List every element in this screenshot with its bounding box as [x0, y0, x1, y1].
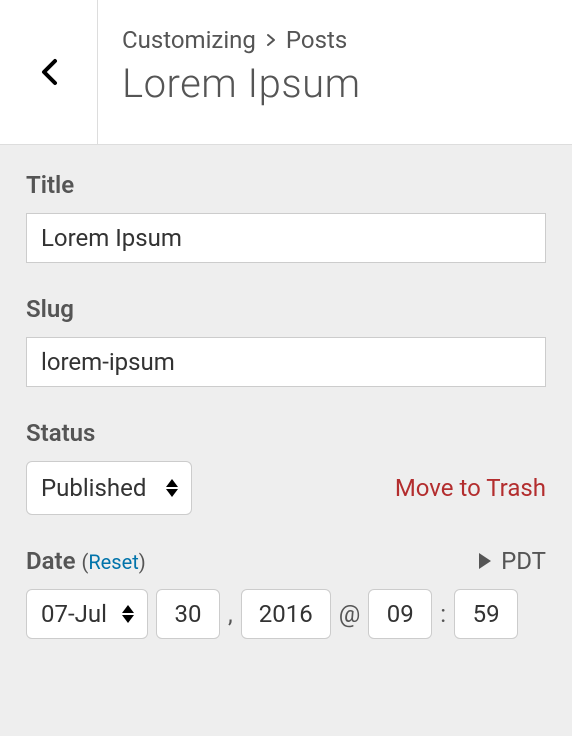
month-select[interactable]: 07-Jul [26, 589, 148, 639]
customizer-header: Customizing Posts Lorem Ipsum [0, 0, 572, 145]
title-label: Title [26, 171, 546, 199]
chevron-left-icon [40, 58, 58, 86]
status-select-wrapper: Published [26, 461, 192, 515]
title-field-group: Title [26, 171, 546, 263]
date-sep-comma: , [228, 600, 233, 628]
triangle-right-icon [479, 553, 491, 569]
date-sep-colon: : [440, 600, 446, 628]
timezone-label: PDT [501, 547, 546, 575]
form-content: Title Slug Status Published Move to Tras… [0, 145, 572, 639]
reset-wrap: (Reset) [82, 550, 146, 574]
breadcrumb-section: Posts [286, 26, 347, 54]
date-sep-at: @ [339, 600, 361, 628]
status-field-group: Status Published Move to Trash [26, 419, 546, 515]
move-to-trash-link[interactable]: Move to Trash [395, 474, 546, 502]
date-field-group: Date (Reset) PDT 07-Jul , [26, 547, 546, 639]
chevron-right-icon [266, 33, 276, 47]
date-inputs-row: 07-Jul , @ : [26, 589, 546, 639]
timezone-toggle[interactable]: PDT [479, 547, 546, 575]
slug-field-group: Slug [26, 295, 546, 387]
minute-input[interactable] [454, 589, 518, 639]
hour-input[interactable] [368, 589, 432, 639]
date-label-group: Date (Reset) [26, 547, 146, 575]
reset-link[interactable]: Reset [88, 550, 138, 574]
status-row: Published Move to Trash [26, 461, 546, 515]
date-header: Date (Reset) PDT [26, 547, 546, 575]
title-input[interactable] [26, 213, 546, 263]
month-select-wrapper: 07-Jul [26, 589, 148, 639]
slug-input[interactable] [26, 337, 546, 387]
status-label: Status [26, 419, 546, 447]
back-button[interactable] [0, 0, 98, 144]
year-input[interactable] [241, 589, 331, 639]
date-label: Date [26, 547, 76, 575]
header-text: Customizing Posts Lorem Ipsum [98, 0, 385, 144]
status-select[interactable]: Published [26, 461, 192, 515]
day-input[interactable] [156, 589, 220, 639]
slug-label: Slug [26, 295, 546, 323]
breadcrumb-root: Customizing [122, 26, 256, 54]
page-title: Lorem Ipsum [122, 60, 361, 107]
breadcrumb: Customizing Posts [122, 26, 361, 54]
